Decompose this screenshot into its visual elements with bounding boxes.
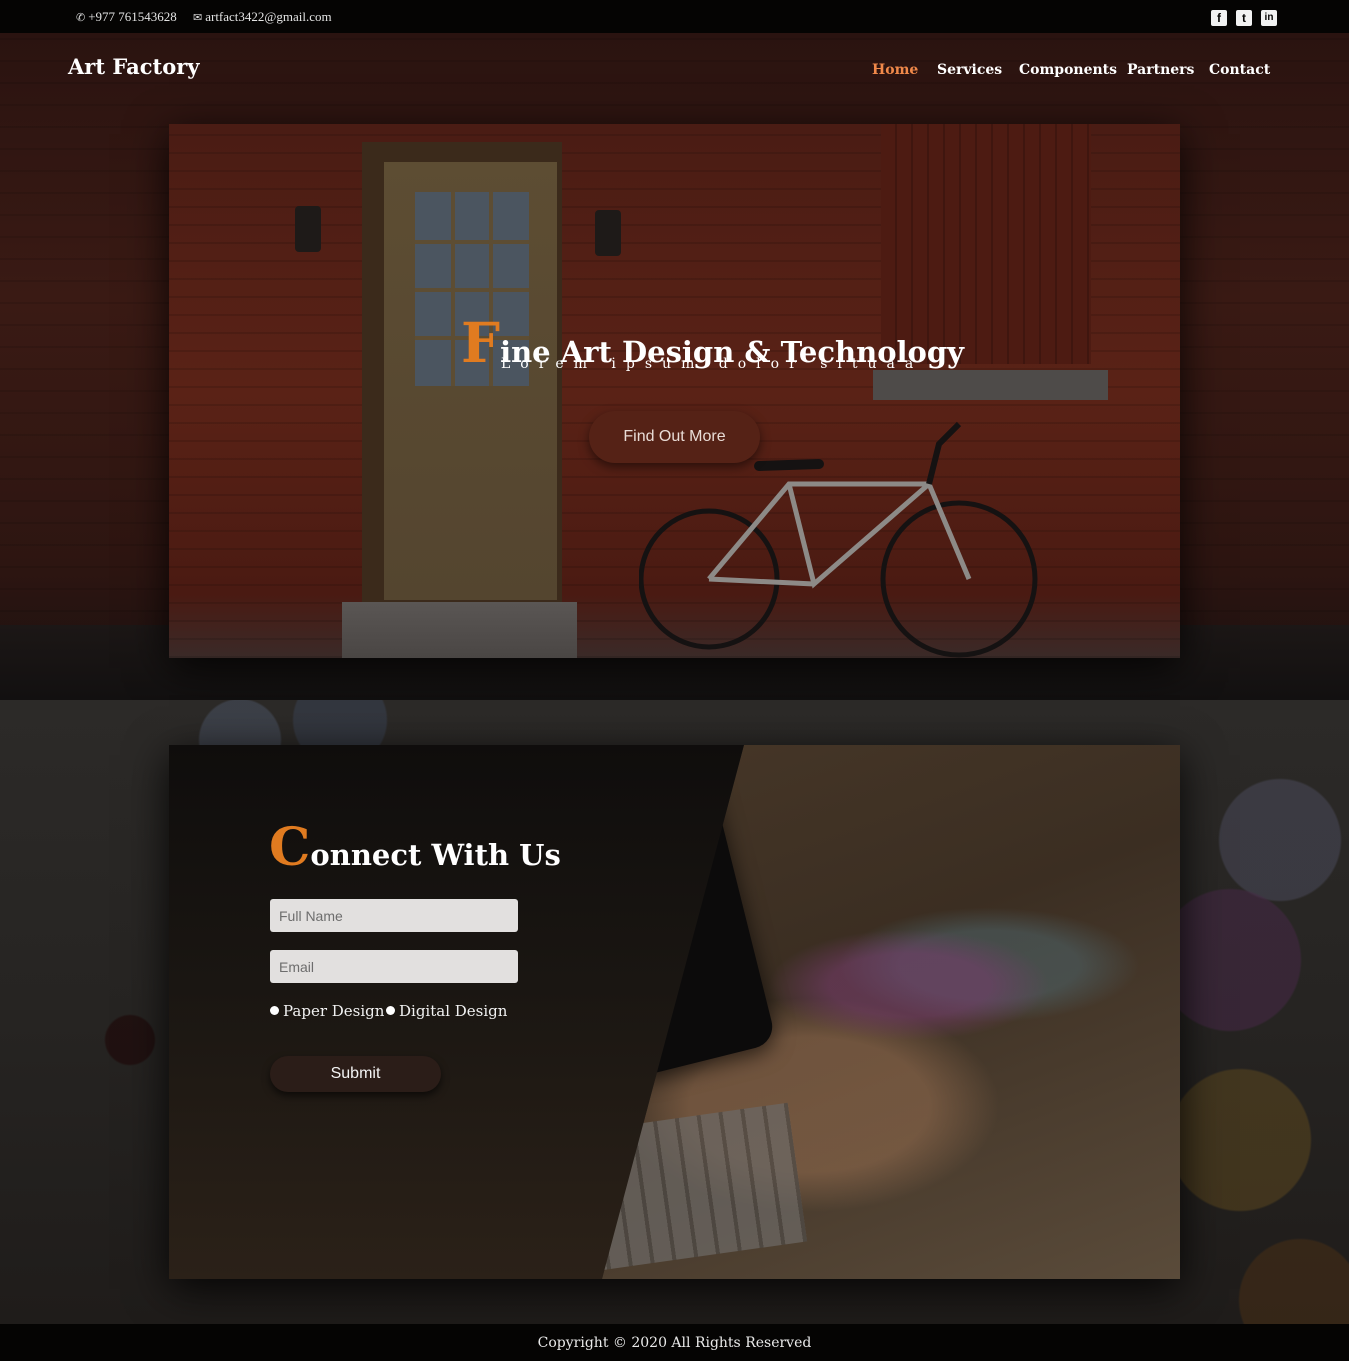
email-input[interactable]: [270, 950, 518, 983]
full-name-input[interactable]: [270, 899, 518, 932]
radio-button[interactable]: [386, 1006, 395, 1015]
phone-number: +977 761543628: [88, 9, 177, 24]
hero-subtitle: Lorem ipsum dolor situaa: [501, 356, 924, 372]
linkedin-icon[interactable]: in: [1261, 10, 1277, 26]
top-bar: ✆ +977 761543628 ✉ artfact3422@gmail.com f…: [0, 0, 1349, 33]
contact-title-initial: C: [269, 817, 311, 878]
hero-title-initial: F: [461, 310, 501, 375]
email-contact: ✉ artfact3422@gmail.com: [193, 9, 332, 25]
hero-card: Fine Art Design & Technology Lorem ipsum…: [169, 124, 1180, 658]
email-address: artfact3422@gmail.com: [205, 9, 332, 24]
twitter-icon[interactable]: t: [1236, 10, 1252, 26]
facebook-icon[interactable]: f: [1211, 10, 1227, 26]
submit-button[interactable]: Submit: [270, 1056, 441, 1092]
radio-paper-design[interactable]: Paper Design: [270, 1002, 384, 1020]
contact-title: Connect With Us: [269, 817, 561, 878]
lamp-icon: [295, 206, 321, 252]
phone-contact: ✆ +977 761543628: [76, 9, 177, 25]
nav-home[interactable]: Home: [872, 62, 918, 78]
radio-digital-design[interactable]: Digital Design: [386, 1002, 507, 1020]
lamp-icon: [595, 210, 621, 256]
brand-logo[interactable]: Art Factory: [68, 54, 200, 79]
copyright-text: Copyright © 2020 All Rights Reserved: [537, 1335, 812, 1351]
nav-components[interactable]: Components: [1019, 62, 1117, 78]
phone-icon: ✆: [76, 12, 86, 24]
contact-card: don't be a stranger. Connect With Us Pap…: [169, 745, 1180, 1279]
radio-button[interactable]: [270, 1006, 279, 1015]
radio-label: Digital Design: [399, 1002, 508, 1020]
hero-steps: [342, 602, 577, 658]
nav-partners[interactable]: Partners: [1127, 62, 1194, 78]
footer: Copyright © 2020 All Rights Reserved: [0, 1324, 1349, 1361]
email-icon: ✉: [193, 12, 203, 24]
nav-contact[interactable]: Contact: [1209, 62, 1270, 78]
radio-label: Paper Design: [283, 1002, 385, 1020]
contact-title-text: onnect With Us: [310, 838, 561, 872]
nav-services[interactable]: Services: [937, 62, 1002, 78]
find-out-more-button[interactable]: Find Out More: [589, 411, 760, 463]
